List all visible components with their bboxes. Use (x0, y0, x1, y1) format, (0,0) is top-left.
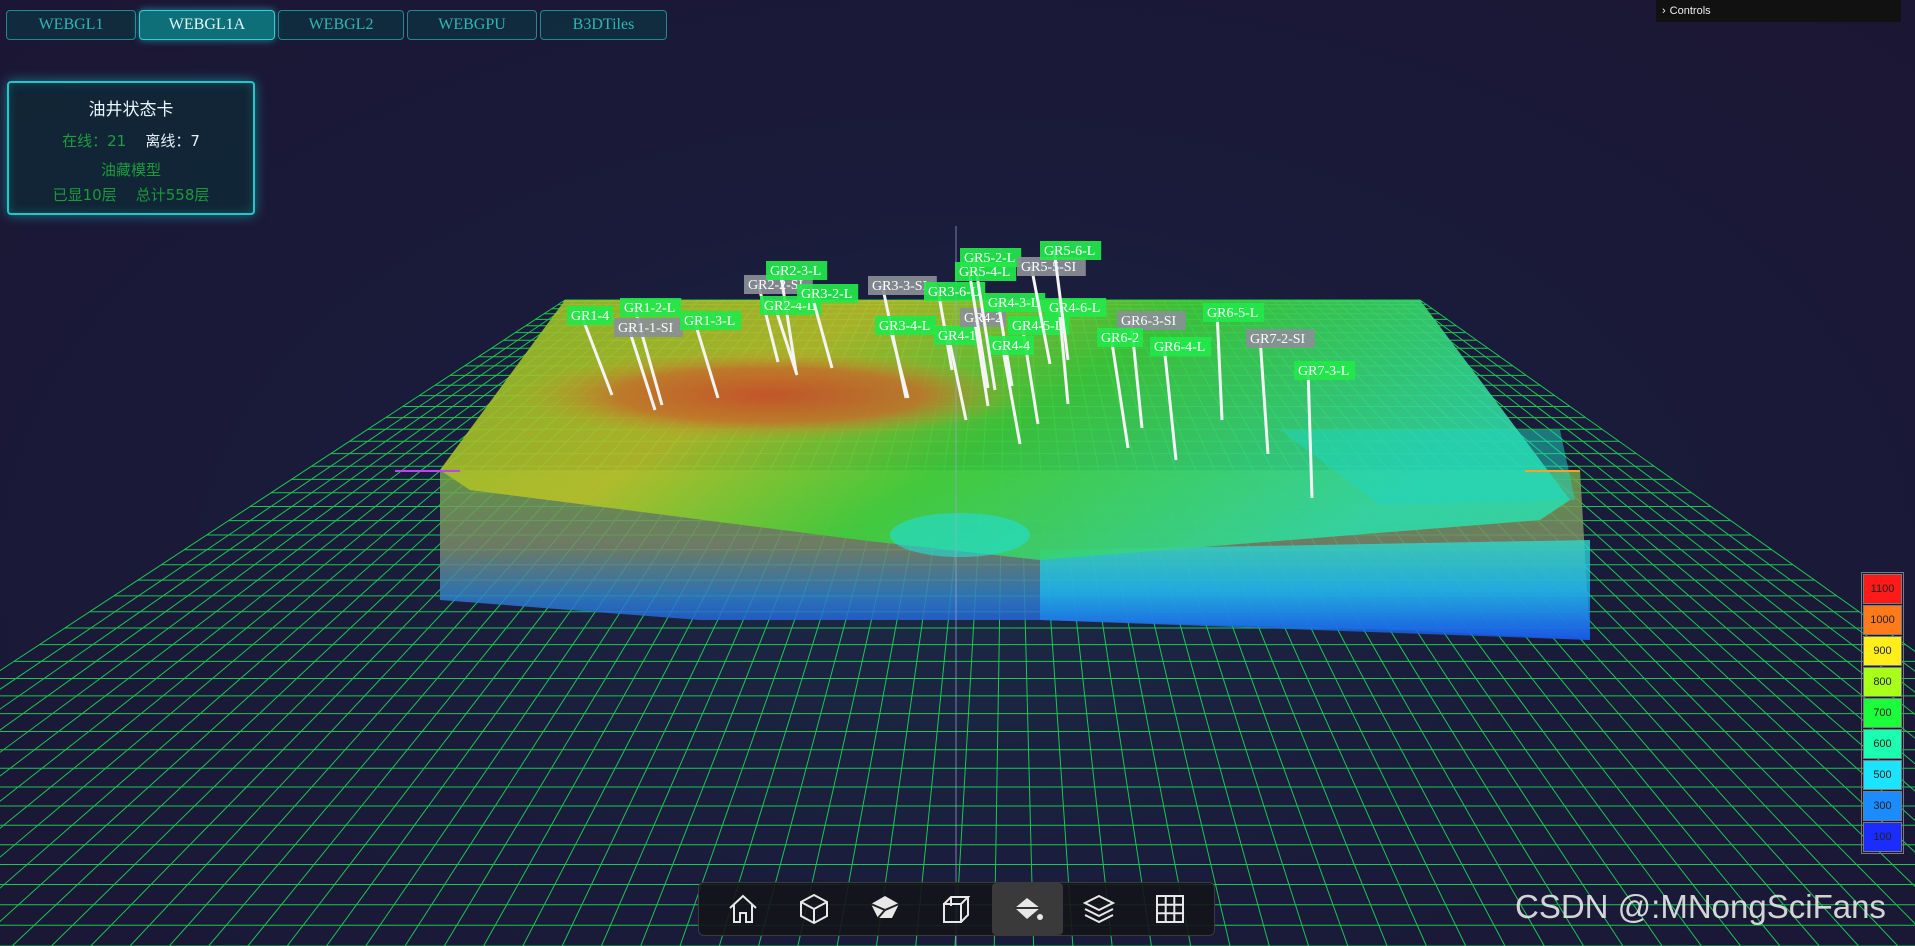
layers-total: 总计558层 (135, 186, 210, 204)
well-label: GR3-4-L (879, 319, 930, 334)
cube-outline-icon (943, 896, 971, 923)
offline-count: 离线：7 (145, 132, 200, 150)
color-legend: 1100 1000 900 800 700 600 500 300 100 (1861, 572, 1904, 854)
home-button[interactable] (707, 883, 778, 935)
legend-cell: 500 (1863, 760, 1902, 790)
model-label: 油藏模型 (100, 161, 161, 179)
reservoir-3d-viewport[interactable]: GR1-4 GR1-2-L GR1-1-SI GR1-3-L GR2-2-SIGR2-3… (0, 0, 1915, 946)
well-label: GR3-2-L (801, 287, 852, 302)
cube-cut-icon (870, 896, 900, 919)
well-label: GR1-4 (571, 309, 609, 324)
paint-fill-button[interactable] (992, 883, 1064, 935)
cube-cut-button[interactable] (850, 883, 921, 935)
cube-icon (799, 893, 828, 925)
well-label: GR5-5-SI (1021, 260, 1077, 275)
well-label: GR2-2-SI (748, 278, 804, 293)
well-label: GR6-5-L (1207, 306, 1258, 321)
well-label: GR4-6-L (1049, 301, 1100, 316)
legend-cell: 700 (1863, 698, 1902, 728)
well-label: GR6-2 (1101, 331, 1139, 346)
controls-panel-toggle[interactable]: › Controls (1656, 0, 1901, 22)
bottom-toolbar (698, 882, 1215, 936)
well-label: GR1-2-L (624, 301, 675, 316)
well-label: GR1-1-SI (618, 321, 674, 336)
legend-cell: 800 (1863, 667, 1902, 697)
cube-view-button[interactable] (778, 883, 849, 935)
layers-icon (1082, 894, 1116, 924)
home-icon (728, 894, 757, 923)
well-label: GR6-4-L (1154, 340, 1205, 355)
well-label: GR5-6-L (1044, 244, 1095, 259)
status-card-title: 油井状态卡 (88, 100, 174, 120)
paint-bucket-icon (1014, 898, 1043, 920)
well-label: GR5-4-L (959, 265, 1010, 280)
grid-line (0, 299, 566, 672)
well-label: GR7-2-SI (1250, 332, 1306, 347)
well-label: GR4-3-L (988, 296, 1039, 311)
grid-button[interactable] (1135, 883, 1206, 935)
well-label: GR1-3-L (684, 314, 735, 329)
cube-outline-button[interactable] (921, 883, 992, 935)
legend-cell: 100 (1863, 822, 1902, 852)
oil-well-status-card: 油井状态卡 在线：21 离线：7 油藏模型 已显10层 总计558层 (7, 81, 255, 215)
legend-cell: 1100 (1863, 574, 1902, 604)
legend-cell: 300 (1863, 791, 1902, 821)
legend-cell: 1000 (1863, 605, 1902, 635)
status-counts: 在线：21 离线：7 (9, 130, 253, 151)
well-label: GR3-3-SI (872, 279, 928, 294)
legend-cell: 900 (1863, 636, 1902, 666)
layers-shown: 已显10层 (52, 186, 117, 204)
grid-icon (1156, 895, 1185, 923)
layer-info: 已显10层 总计558层 (9, 184, 253, 205)
well-label: GR4-4 (992, 339, 1030, 354)
well-label: GR6-3-SI (1121, 314, 1177, 329)
layers-button[interactable] (1063, 883, 1134, 935)
well-label: GR7-3-L (1298, 364, 1349, 379)
chevron-right-icon: › (1662, 5, 1666, 17)
watermark: CSDN @:MNongSciFans (1515, 888, 1886, 925)
well-label: GR4-5-L (1012, 319, 1063, 334)
controls-label: Controls (1669, 5, 1711, 17)
grid-line (0, 299, 578, 690)
well-label: GR4-1 (938, 329, 976, 344)
legend-cell: 600 (1863, 729, 1902, 759)
well-label: GR2-3-L (770, 264, 821, 279)
online-count: 在线：21 (62, 132, 127, 150)
